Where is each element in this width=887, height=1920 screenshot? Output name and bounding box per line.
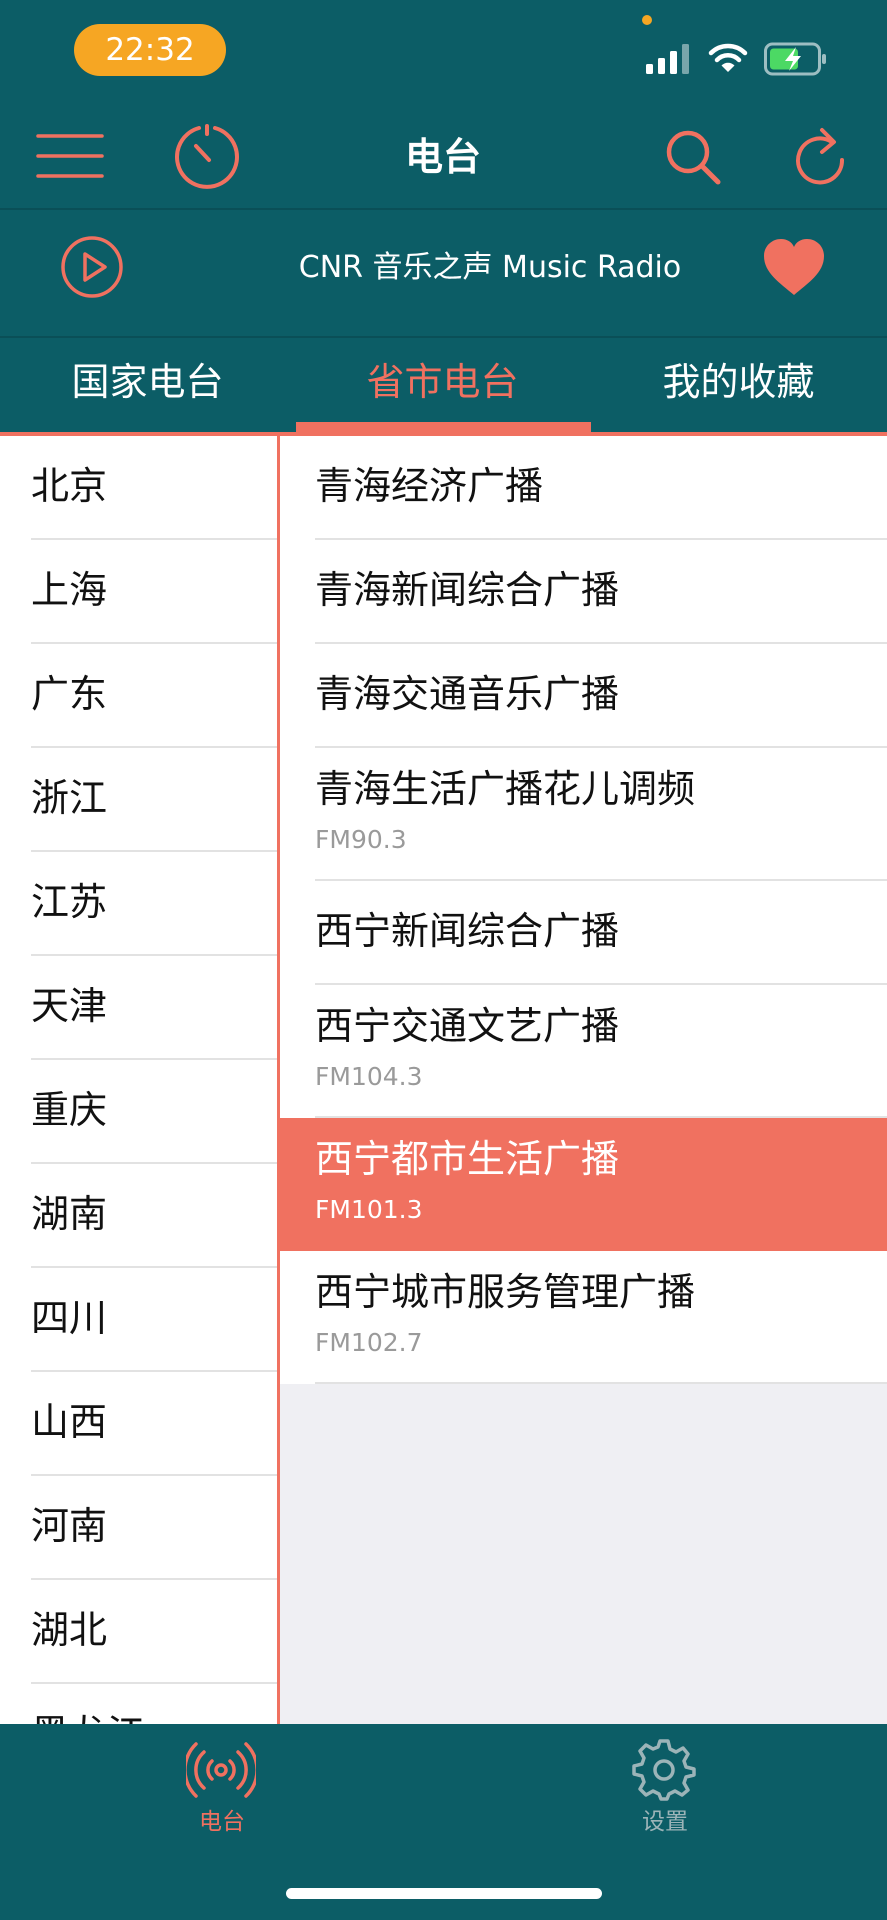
home-indicator[interactable] xyxy=(286,1888,602,1899)
province-list[interactable]: 北京 上海 广东 浙江 江苏 天津 重庆 湖南 四川 山西 河南 湖北 黑龙江 xyxy=(0,436,277,1724)
hamburger-menu-icon[interactable] xyxy=(36,132,104,180)
wifi-icon xyxy=(708,43,748,72)
recording-indicator-dot xyxy=(642,15,652,25)
province-label: 湖北 xyxy=(31,1608,108,1652)
now-playing-divider xyxy=(0,336,887,338)
now-playing-station: CNR 音乐之声 Music Radio xyxy=(298,250,682,285)
refresh-icon[interactable] xyxy=(796,126,848,186)
station-frequency: FM101.3 xyxy=(315,1195,423,1224)
province-item[interactable]: 湖北 xyxy=(0,1580,277,1684)
province-item[interactable]: 上海 xyxy=(0,540,277,644)
sleep-timer-icon[interactable] xyxy=(174,124,240,190)
station-frequency: FM102.7 xyxy=(315,1328,423,1357)
station-frequency: FM90.3 xyxy=(315,825,407,854)
station-name: 青海生活广播花儿调频 xyxy=(315,767,696,811)
tab-national-stations[interactable]: 国家电台 xyxy=(0,346,295,418)
search-icon[interactable] xyxy=(664,128,722,186)
province-item[interactable]: 黑龙江 xyxy=(0,1684,277,1724)
battery-charging-icon xyxy=(764,42,826,76)
station-item-selected[interactable]: 西宁都市生活广播 FM101.3 xyxy=(280,1118,887,1251)
station-frequency: FM104.3 xyxy=(315,1062,423,1091)
province-item[interactable]: 湖南 xyxy=(0,1164,277,1268)
station-item[interactable]: 青海生活广播花儿调频 FM90.3 xyxy=(280,748,887,881)
station-item[interactable]: 青海交通音乐广播 xyxy=(280,644,887,748)
province-label: 重庆 xyxy=(31,1088,108,1132)
heart-icon[interactable] xyxy=(762,237,826,297)
station-name: 青海新闻综合广播 xyxy=(315,568,620,612)
active-tab-indicator xyxy=(296,422,591,432)
station-panel: 青海经济广播 青海新闻综合广播 青海交通音乐广播 青海生活广播花儿调频 FM90… xyxy=(280,436,887,1724)
station-list[interactable]: 青海经济广播 青海新闻综合广播 青海交通音乐广播 青海生活广播花儿调频 FM90… xyxy=(280,436,887,1384)
province-label: 北京 xyxy=(31,464,108,508)
status-time: 22:32 xyxy=(74,24,226,76)
province-item[interactable]: 江苏 xyxy=(0,852,277,956)
province-label: 湖南 xyxy=(31,1192,108,1236)
header-divider xyxy=(0,208,887,210)
province-item[interactable]: 山西 xyxy=(0,1372,277,1476)
province-label: 四川 xyxy=(31,1296,108,1340)
station-name: 青海经济广播 xyxy=(315,464,544,508)
province-label: 江苏 xyxy=(31,880,108,924)
gear-icon[interactable] xyxy=(632,1738,696,1802)
province-label: 河南 xyxy=(31,1504,108,1548)
station-name: 西宁都市生活广播 xyxy=(315,1137,620,1181)
cellular-signal-icon xyxy=(646,44,689,74)
province-label: 广东 xyxy=(31,672,108,716)
province-item[interactable]: 重庆 xyxy=(0,1060,277,1164)
station-item[interactable]: 青海新闻综合广播 xyxy=(280,540,887,644)
station-name: 青海交通音乐广播 xyxy=(315,672,620,716)
province-item[interactable]: 天津 xyxy=(0,956,277,1060)
province-label: 上海 xyxy=(31,568,108,612)
tab-radio-label[interactable]: 电台 xyxy=(162,1806,282,1838)
radio-app: 22:32 电台 CNR 音乐之声 Music Radio 国家电台 省市电台 … xyxy=(0,0,887,1920)
tab-my-favorites[interactable]: 我的收藏 xyxy=(590,346,887,418)
province-item[interactable]: 浙江 xyxy=(0,748,277,852)
station-item[interactable]: 西宁城市服务管理广播 FM102.7 xyxy=(280,1251,887,1384)
radio-broadcast-icon[interactable] xyxy=(186,1740,256,1800)
province-item[interactable]: 广东 xyxy=(0,644,277,748)
page-title: 电台 xyxy=(404,135,481,179)
station-name: 西宁城市服务管理广播 xyxy=(315,1270,696,1314)
tab-provincial-stations[interactable]: 省市电台 xyxy=(295,346,590,418)
tab-settings-label[interactable]: 设置 xyxy=(605,1806,725,1838)
province-label: 天津 xyxy=(31,984,108,1028)
province-item[interactable]: 北京 xyxy=(0,436,277,540)
province-item[interactable]: 四川 xyxy=(0,1268,277,1372)
province-label: 山西 xyxy=(31,1400,108,1444)
station-item[interactable]: 西宁交通文艺广播 FM104.3 xyxy=(280,985,887,1118)
province-item[interactable]: 河南 xyxy=(0,1476,277,1580)
province-label: 黑龙江 xyxy=(31,1684,145,1724)
station-item[interactable]: 青海经济广播 xyxy=(280,436,887,540)
play-icon[interactable] xyxy=(60,235,124,299)
station-item[interactable]: 西宁新闻综合广播 xyxy=(280,881,887,985)
province-label: 浙江 xyxy=(31,776,108,820)
station-name: 西宁新闻综合广播 xyxy=(315,909,620,953)
station-name: 西宁交通文艺广播 xyxy=(315,1004,620,1048)
